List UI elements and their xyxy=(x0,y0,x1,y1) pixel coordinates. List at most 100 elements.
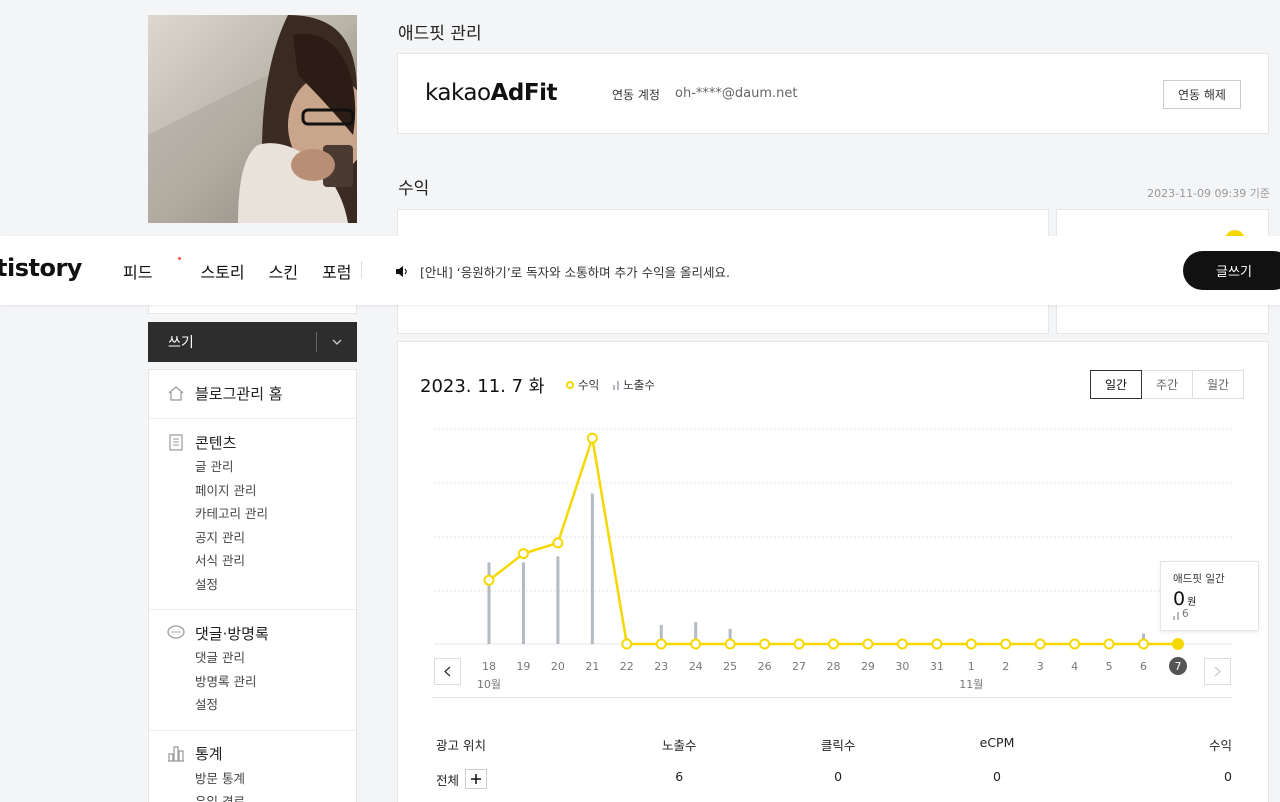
table-row: 전체 6 0 0 0 xyxy=(436,769,1232,789)
legend-impressions-marker xyxy=(613,380,620,390)
expand-plus-button[interactable] xyxy=(465,769,488,789)
sidebar-item-notices[interactable]: 공지 관리 xyxy=(195,526,356,550)
notice-banner[interactable]: [안내] ‘응원하기’로 독자와 소통하며 추가 수익을 올리세요. xyxy=(395,262,730,281)
new-dot xyxy=(178,257,182,260)
chart-legend: 수익 노출수 xyxy=(566,377,655,393)
tooltip-title: 애드핏 일간 xyxy=(1173,573,1225,585)
revenue-point xyxy=(690,638,702,650)
logo-light-text: kakao xyxy=(425,80,491,106)
sidebar-item-posts[interactable]: 글 관리 xyxy=(195,455,356,479)
logo-bold-text: AdFit xyxy=(490,80,558,106)
legend-revenue-marker xyxy=(566,381,574,389)
revenue-point xyxy=(1172,638,1184,650)
sidebar-item-categories[interactable]: 카테고리 관리 xyxy=(195,502,356,526)
sidebar-section-title[interactable]: 댓글·방명록 xyxy=(195,623,269,644)
x-tick-label: 24 xyxy=(689,660,703,673)
adfit-account-card: kakaoAdFit 연동 계정 oh-****@daum.net 연동 해제 xyxy=(397,53,1269,134)
revenue-point xyxy=(586,432,598,444)
x-tick-label: 4 xyxy=(1071,660,1078,673)
x-tick-label: 31 xyxy=(930,660,944,673)
sidebar-section-content: 콘텐츠 글 관리 페이지 관리 카테고리 관리 공지 관리 서식 관리 설정 xyxy=(149,419,356,610)
nav-skin[interactable]: 스킨 xyxy=(269,259,298,283)
table-header: 광고 위치 노출수 클릭수 eCPM 수익 xyxy=(436,735,1232,754)
nav-feed[interactable]: 피드 xyxy=(123,257,182,283)
chart-next-button[interactable] xyxy=(1204,658,1231,685)
divider xyxy=(361,261,362,279)
revenue-point xyxy=(793,638,805,650)
home-icon xyxy=(167,384,185,402)
revenue-point xyxy=(724,638,736,650)
period-tabs: 일간 주간 월간 xyxy=(1090,370,1244,399)
tab-monthly[interactable]: 월간 xyxy=(1192,370,1244,399)
x-tick-label: 25 xyxy=(723,660,737,673)
blog-profile-image xyxy=(148,15,357,223)
unlink-button[interactable]: 연동 해제 xyxy=(1163,80,1241,109)
revenue-point xyxy=(1000,638,1012,650)
sidebar-section-stats: 통계 방문 통계 유입 경로 xyxy=(149,731,356,802)
revenue-chart-card: 2023. 11. 7 화 수익 노출수 일간 주간 월간 18 19 20 21 22… xyxy=(397,341,1269,802)
admin-sidebar: 블로그관리 홈 콘텐츠 글 관리 페이지 관리 카테고리 관리 공지 관리 서식… xyxy=(148,369,357,802)
x-tick-label: 2 xyxy=(1002,660,1009,673)
chevron-down-icon[interactable] xyxy=(317,339,357,345)
impressions-bar xyxy=(590,493,594,644)
x-tick-label: 7 xyxy=(1175,660,1182,673)
bar-chart-icon xyxy=(167,745,185,763)
tistory-logo[interactable]: tistory xyxy=(0,254,82,282)
revenue-point xyxy=(517,548,529,560)
sidebar-home[interactable]: 블로그관리 홈 xyxy=(149,370,356,419)
month-label: 10월 xyxy=(477,678,501,691)
col-clicks: 클릭수 xyxy=(820,738,856,753)
as-of-timestamp: 2023-11-09 09:39 기준 xyxy=(1147,187,1270,200)
revenue-title: 수익 xyxy=(398,179,430,199)
sidebar-section-title[interactable]: 콘텐츠 xyxy=(195,432,236,453)
chart-date-value: 2023. 11. 7 xyxy=(420,376,524,397)
sidebar-item-referrers[interactable]: 유입 경로 xyxy=(195,790,356,802)
impressions-bar xyxy=(556,556,560,644)
sidebar-item-comments[interactable]: 댓글 관리 xyxy=(195,646,356,670)
speech-bubble-icon xyxy=(167,624,185,642)
row-label: 전체 xyxy=(436,772,460,788)
x-tick-label: 23 xyxy=(654,660,668,673)
revenue-point xyxy=(1034,638,1046,650)
x-tick-label: 1 xyxy=(968,660,975,673)
row-revenue: 0 xyxy=(1224,769,1232,784)
nav-story[interactable]: 스토리 xyxy=(200,259,244,283)
impressions-icon xyxy=(1173,611,1179,620)
revenue-point xyxy=(552,537,564,549)
revenue-chart: 18 19 20 21 22 23 24 25 26 27 28 29 30 31 1 2 3 4 5 6 710월 11… xyxy=(434,428,1232,691)
global-nav-bar: tistory 피드 스토리 스킨 포럼 [안내] ‘응원하기’로 독자와 소통… xyxy=(0,236,1280,305)
notice-text: [안내] ‘응원하기’로 독자와 소통하며 추가 수익을 올리세요. xyxy=(420,265,731,280)
tooltip-value: 0원 xyxy=(1173,588,1258,610)
col-revenue: 수익 xyxy=(1208,738,1232,753)
revenue-point xyxy=(655,638,667,650)
tooltip-impressions: 6 xyxy=(1173,608,1258,620)
sidebar-item-templates[interactable]: 서식 관리 xyxy=(195,549,356,573)
sidebar-item-comment-settings[interactable]: 설정 xyxy=(195,693,356,717)
sidebar-section-title[interactable]: 통계 xyxy=(195,743,223,764)
sidebar-item-home[interactable]: 블로그관리 홈 xyxy=(195,383,283,404)
col-ecpm: eCPM xyxy=(979,735,1015,750)
x-tick-label: 26 xyxy=(758,660,772,673)
write-button-label: 쓰기 xyxy=(168,335,194,351)
sidebar-item-settings[interactable]: 설정 xyxy=(195,573,356,597)
x-tick-label: 29 xyxy=(861,660,875,673)
write-post-button[interactable]: 글쓰기 xyxy=(1183,251,1280,290)
x-tick-label: 22 xyxy=(620,660,634,673)
x-tick-label: 5 xyxy=(1106,660,1113,673)
sidebar-write-button[interactable]: 쓰기 xyxy=(148,322,357,362)
sidebar-item-guestbook[interactable]: 방명록 관리 xyxy=(195,670,356,694)
month-label: 11월 xyxy=(959,678,983,691)
chart-tooltip: 애드핏 일간 0원 6 xyxy=(1160,561,1259,631)
tab-weekly[interactable]: 주간 xyxy=(1141,370,1193,399)
nav-forum[interactable]: 포럼 xyxy=(322,259,351,283)
tab-daily[interactable]: 일간 xyxy=(1090,370,1142,399)
chart-prev-button[interactable] xyxy=(434,658,461,685)
tooltip-amount: 0 xyxy=(1173,588,1186,610)
row-clicks: 0 xyxy=(834,769,843,784)
impressions-bar xyxy=(487,562,491,644)
legend-revenue: 수익 xyxy=(578,378,600,392)
divider xyxy=(432,697,1232,698)
sidebar-item-visit-stats[interactable]: 방문 통계 xyxy=(195,767,356,791)
sidebar-item-pages[interactable]: 페이지 관리 xyxy=(195,479,356,503)
revenue-point xyxy=(759,638,771,650)
